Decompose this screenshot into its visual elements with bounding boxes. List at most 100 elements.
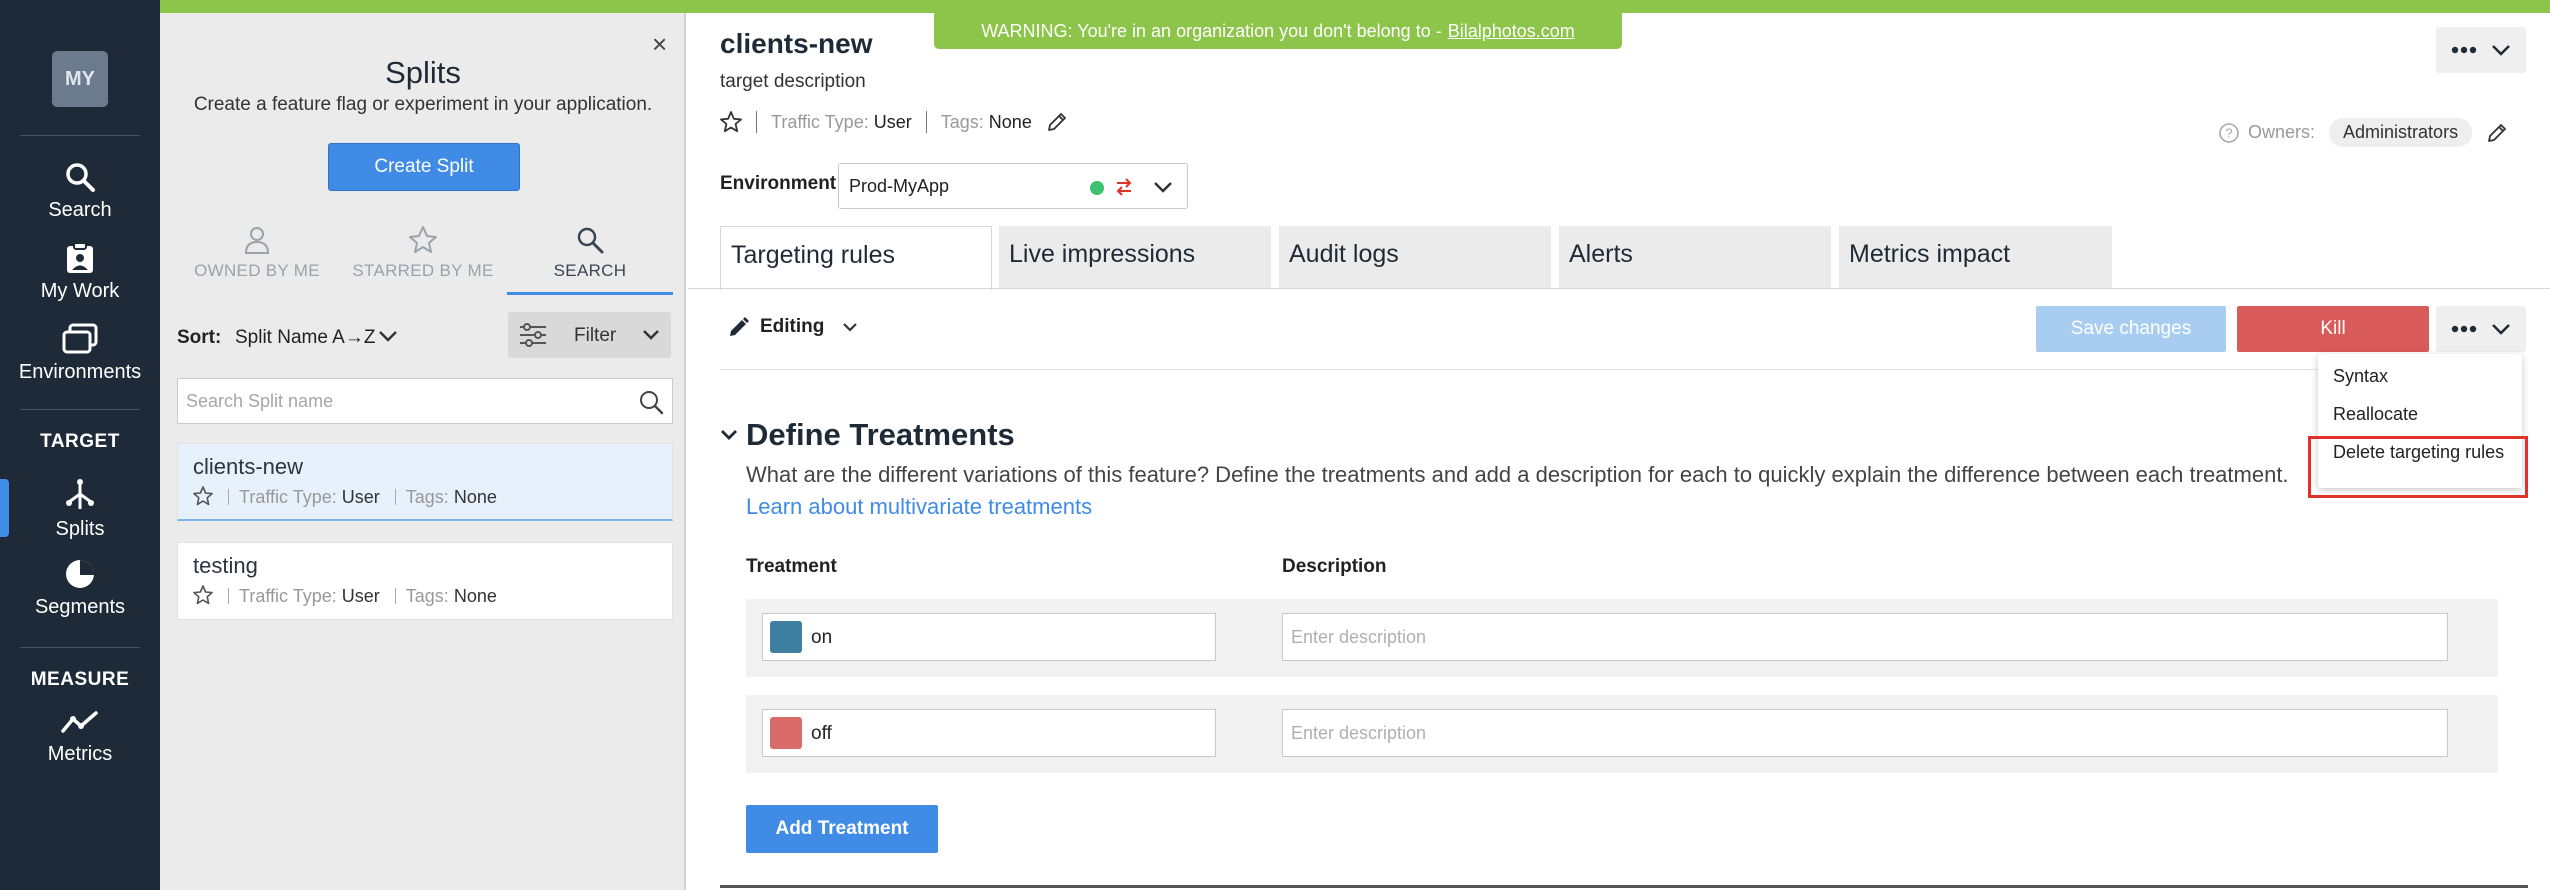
pencil-icon [730,317,749,336]
help-icon[interactable]: ? [2218,122,2240,144]
nav-section-target: TARGET [40,431,120,452]
column-header-treatment: Treatment [746,556,837,577]
split-meta-row: Traffic Type: User Tags: None [720,111,1068,133]
treatment-description-field [1282,709,2448,757]
chevron-down-icon [2492,45,2510,56]
split-list-item[interactable]: clients-new Traffic Type: User Tags: Non… [177,443,673,521]
nav-item-search-label: Search [48,199,112,221]
org-warning-banner: WARNING: You're in an organization you d… [934,13,1622,49]
star-icon [409,226,437,253]
nav-divider [20,135,140,136]
treatment-row: on [746,599,2498,677]
nav-item-my-work-label: My Work [40,280,120,302]
nav-item-search[interactable]: Search [0,161,160,222]
environments-icon [62,323,98,354]
chevron-down-icon[interactable] [378,329,398,343]
filter-button[interactable]: Filter [508,312,671,358]
tab-bar-divider [688,288,2550,289]
split-name: testing [193,553,258,578]
tab-owned-by-me[interactable]: OWNED BY ME [174,225,340,281]
tags-label: Tags: [940,111,984,132]
tab-search-label: SEARCH [553,261,627,280]
star-icon[interactable] [193,486,213,506]
tab-search[interactable]: SEARCH [507,225,673,281]
more-actions-button[interactable] [2436,27,2526,73]
star-icon[interactable] [720,111,742,133]
avatar[interactable]: MY [52,51,108,107]
add-treatment-button[interactable]: Add Treatment [746,805,938,853]
warning-org-link[interactable]: Bilalphotos.com [1448,21,1575,42]
treatment-name-field[interactable]: on [762,613,1216,661]
treatment-description-input[interactable] [1291,624,2431,650]
tags-label: Tags: [405,586,449,606]
nav-item-segments-label: Segments [34,596,126,618]
tags-label: Tags: [405,487,449,507]
split-meta: Traffic Type: User Tags: None [193,486,497,508]
top-stripe-nav [0,0,160,13]
split-meta: Traffic Type: User Tags: None [193,585,497,607]
multivariate-link[interactable]: Learn about multivariate treatments [746,494,1092,520]
pencil-icon[interactable] [1046,111,1068,133]
owners-row: ? Owners: Administrators [2218,118,2508,147]
targeting-more-button[interactable] [2436,306,2526,352]
nav-item-environments-label: Environments [18,361,142,383]
treatment-color-swatch[interactable] [770,621,802,653]
nav-item-splits[interactable]: Splits [0,478,160,541]
nav-divider [20,409,140,410]
traffic-type-value: User [341,586,380,606]
section-define-treatments[interactable]: Define Treatments [720,417,1015,453]
tab-metrics-impact[interactable]: Metrics impact [1839,226,2112,288]
left-nav: MY Search My Work Environments TARGET Sp… [0,13,160,890]
nav-item-my-work[interactable]: My Work [0,242,160,303]
treatment-row: off [746,695,2498,773]
nav-section-measure: MEASURE [30,669,130,690]
environment-select[interactable]: Prod-MyApp [838,163,1188,209]
tab-audit-logs[interactable]: Audit logs [1279,226,1551,288]
tab-live-impressions[interactable]: Live impressions [999,226,1271,288]
traffic-type-value: User [341,487,380,507]
tab-targeting-rules[interactable]: Targeting rules [720,226,992,290]
sliders-icon [520,323,546,347]
more-icon [2451,46,2477,54]
owners-label: Owners: [2248,122,2316,142]
environment-status-dot [1090,181,1104,195]
save-changes-button[interactable]: Save changes [2036,306,2226,352]
panel-subtitle: Create a feature flag or experiment in y… [193,94,653,115]
split-list-item[interactable]: testing Traffic Type: User Tags: None [177,542,673,620]
treatment-name-field[interactable]: off [762,709,1216,757]
svg-text:?: ? [2225,125,2232,140]
filter-label: Filter [574,325,617,346]
chevron-down-icon [843,323,858,332]
kill-button[interactable]: Kill [2237,306,2429,352]
segments-icon [66,560,94,588]
pencil-icon[interactable] [2486,122,2508,144]
column-header-description: Description [1282,556,1387,577]
editing-mode-select[interactable]: Editing [728,316,858,338]
nav-item-metrics[interactable]: Metrics [0,709,160,766]
traffic-type-label: Traffic Type: [239,487,337,507]
warning-text: WARNING: You're in an organization you d… [981,20,1442,41]
treatment-description-input[interactable] [1291,720,2431,746]
sort-select[interactable]: Split Name A→Z [235,327,375,349]
tab-alerts[interactable]: Alerts [1559,226,1831,288]
create-split-button[interactable]: Create Split [328,143,520,191]
menu-item-syntax[interactable]: Syntax [2333,366,2388,387]
nav-item-segments[interactable]: Segments [0,558,160,619]
splits-icon [66,479,94,509]
tags-value: None [453,586,497,606]
panel-title: Splits [385,55,461,90]
nav-item-environments[interactable]: Environments [0,323,160,384]
star-icon[interactable] [193,585,213,605]
split-search-input[interactable] [186,387,616,415]
menu-item-reallocate[interactable]: Reallocate [2333,404,2418,425]
tab-starred-by-me[interactable]: STARRED BY ME [340,225,506,281]
treatment-color-swatch[interactable] [770,717,802,749]
toolbar-divider [720,369,2520,370]
search-icon[interactable] [638,389,664,415]
nav-divider [20,647,140,648]
environment-label: Environment [720,173,837,194]
chevron-down-icon [2492,324,2510,335]
active-tab-indicator [507,292,673,295]
treatment-name: off [811,723,832,744]
more-icon [2451,325,2477,333]
